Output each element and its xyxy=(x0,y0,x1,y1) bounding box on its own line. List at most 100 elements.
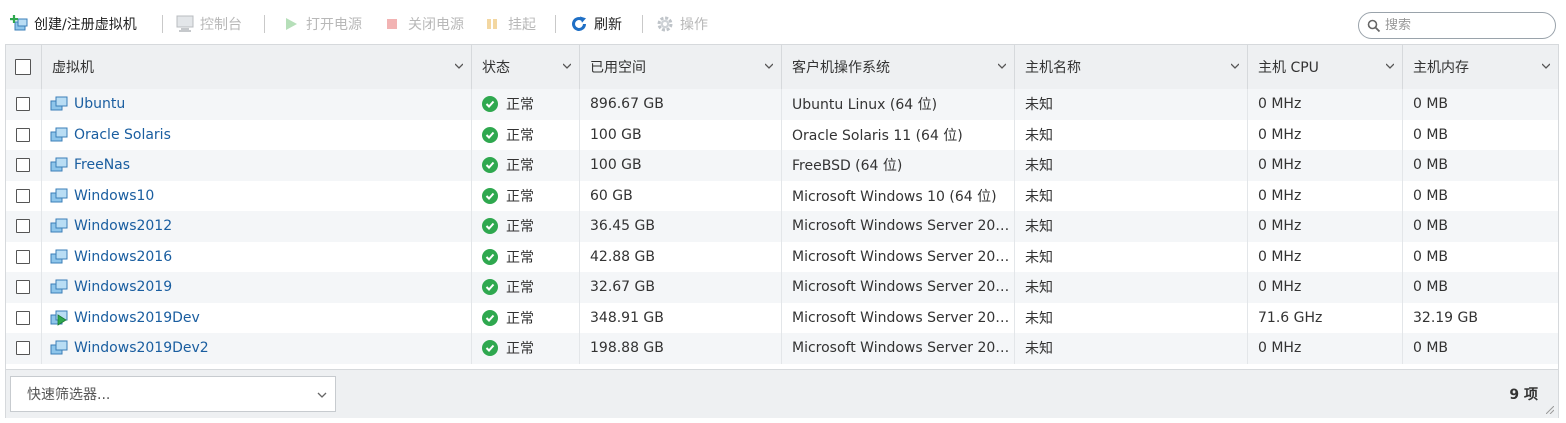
vm-name-link[interactable]: Windows10 xyxy=(74,188,154,204)
vm-name-cell: FreeNas xyxy=(42,150,472,181)
status-cell: 正常 xyxy=(472,333,580,364)
vm-icon xyxy=(50,218,68,233)
used-space-text: 100 GB xyxy=(590,157,642,174)
host-cpu-cell: 0 MHz xyxy=(1248,272,1403,303)
vm-icon xyxy=(50,188,68,203)
resize-grip-icon[interactable] xyxy=(1546,406,1554,414)
row-checkbox[interactable] xyxy=(16,280,30,295)
host-memory-text: 0 MB xyxy=(1413,126,1449,143)
host-name-cell: 未知 xyxy=(1015,211,1248,242)
actions-button[interactable]: 操作 xyxy=(656,13,708,35)
row-checkbox[interactable] xyxy=(16,341,30,356)
column-header-label: 客户机操作系统 xyxy=(792,60,890,76)
used-space-cell: 198.88 GB xyxy=(580,333,782,364)
host-name-text: 未知 xyxy=(1025,341,1053,358)
used-space-text: 100 GB xyxy=(590,126,642,143)
row-checkbox[interactable] xyxy=(16,219,30,234)
table-row[interactable]: Ubuntu 正常 896.67 GB Ubuntu Linux (64 位) 未知 0 … xyxy=(6,89,1558,120)
column-header-host-cpu[interactable]: 主机 CPU xyxy=(1248,45,1403,89)
host-cpu-text: 0 MHz xyxy=(1258,157,1302,174)
host-cpu-text: 71.6 GHz xyxy=(1258,309,1323,326)
chevron-down-icon xyxy=(1542,63,1550,69)
status-ok-icon xyxy=(482,96,498,113)
column-header-status[interactable]: 状态 xyxy=(472,45,580,89)
used-space-cell: 100 GB xyxy=(580,119,782,150)
row-checkbox[interactable] xyxy=(16,249,30,264)
vm-name-link[interactable]: Windows2019Dev2 xyxy=(74,340,209,356)
vm-name-link[interactable]: Oracle Solaris xyxy=(74,127,171,143)
status-text: 正常 xyxy=(506,219,534,236)
table-row[interactable]: Windows2019Dev 正常 348.91 GB Microsoft Windo… xyxy=(6,302,1558,333)
status-ok-icon xyxy=(482,309,498,326)
vm-name-link[interactable]: Ubuntu xyxy=(74,96,125,112)
table-row[interactable]: Windows10 正常 60 GB Microsoft Windows 10 (64… xyxy=(6,180,1558,211)
vm-name-link[interactable]: Windows2012 xyxy=(74,218,172,234)
search-input[interactable] xyxy=(1385,18,1545,33)
select-all-checkbox[interactable] xyxy=(15,59,31,75)
refresh-button[interactable]: 刷新 xyxy=(570,13,622,35)
host-memory-cell: 0 MB xyxy=(1403,211,1558,242)
host-name-cell: 未知 xyxy=(1015,333,1248,364)
used-space-text: 36.45 GB xyxy=(590,218,655,235)
column-header-host-name[interactable]: 主机名称 xyxy=(1015,45,1248,89)
column-header-guest-os[interactable]: 客户机操作系统 xyxy=(782,45,1015,89)
column-header-label: 已用空间 xyxy=(590,60,646,76)
status-text: 正常 xyxy=(506,97,534,114)
row-checkbox[interactable] xyxy=(16,97,30,112)
vm-name-link[interactable]: Windows2019 xyxy=(74,279,172,295)
host-name-text: 未知 xyxy=(1025,97,1053,114)
host-memory-cell: 0 MB xyxy=(1403,120,1558,151)
table-row[interactable]: Windows2019 正常 32.67 GB Microsoft Windows S… xyxy=(6,272,1558,303)
vm-grid: 虚拟机 状态 已用空间 客户机操作系统 主机名称 主机 CPU 主机内存 Ubu… xyxy=(5,44,1559,418)
vm-name-link[interactable]: Windows2019Dev xyxy=(74,310,200,326)
create-register-vm-button[interactable]: 创建/注册虚拟机 xyxy=(10,13,137,35)
power-on-button[interactable]: 打开电源 xyxy=(282,13,362,35)
used-space-text: 60 GB xyxy=(590,187,633,204)
guest-os-text: Oracle Solaris 11 (64 位) xyxy=(792,127,963,144)
search-box[interactable] xyxy=(1358,12,1556,39)
status-cell: 正常 xyxy=(472,241,580,272)
table-row[interactable]: Oracle Solaris 正常 100 GB Oracle Solaris 11 … xyxy=(6,119,1558,151)
vm-running-icon xyxy=(50,310,68,326)
host-memory-text: 0 MB xyxy=(1413,340,1449,357)
host-cpu-text: 0 MHz xyxy=(1258,187,1302,204)
console-button[interactable]: 控制台 xyxy=(176,13,242,35)
vm-name-link[interactable]: Windows2016 xyxy=(74,249,172,265)
column-header-label: 主机内存 xyxy=(1413,60,1469,76)
power-off-button[interactable]: 关闭电源 xyxy=(384,13,464,35)
row-checkbox[interactable] xyxy=(16,188,30,203)
column-header-host-memory[interactable]: 主机内存 xyxy=(1403,45,1558,89)
host-name-text: 未知 xyxy=(1025,249,1053,266)
column-header-used-space[interactable]: 已用空间 xyxy=(580,45,782,89)
guest-os-cell: Microsoft Windows Server 201… xyxy=(782,302,1015,333)
status-ok-icon xyxy=(482,187,498,204)
guest-os-cell: Microsoft Windows Server 201… xyxy=(782,241,1015,272)
vm-icon xyxy=(50,96,68,111)
row-checkbox[interactable] xyxy=(16,158,30,173)
guest-os-text: Microsoft Windows Server 201… xyxy=(792,340,1014,357)
status-ok-icon xyxy=(482,126,498,143)
host-name-text: 未知 xyxy=(1025,127,1053,144)
toolbar: 创建/注册虚拟机 控制台 打开电源 关闭电源 挂起 刷新 操作 搜索 xyxy=(0,0,1566,46)
row-checkbox[interactable] xyxy=(16,127,30,142)
table-row[interactable]: Windows2016 正常 42.88 GB Microsoft Windows S… xyxy=(6,241,1558,272)
grid-footer: 快速筛选器... 9 项 xyxy=(6,369,1558,418)
table-row[interactable]: Windows2012 正常 36.45 GB Microsoft Windows S… xyxy=(6,211,1558,242)
refresh-icon xyxy=(570,15,588,33)
checkbox-cell xyxy=(6,89,42,120)
quick-filter-select[interactable]: 快速筛选器... xyxy=(10,376,336,412)
vm-name-cell: Ubuntu xyxy=(42,89,472,120)
table-row[interactable]: FreeNas 正常 100 GB FreeBSD (64 位) 未知 0 MHz 0 MB xyxy=(6,150,1558,181)
play-icon xyxy=(282,15,300,33)
vm-name-link[interactable]: FreeNas xyxy=(74,157,130,173)
column-header-vm[interactable]: 虚拟机 xyxy=(42,45,472,89)
status-ok-icon xyxy=(482,218,498,235)
row-checkbox[interactable] xyxy=(16,310,30,325)
quick-filter-label: 快速筛选器... xyxy=(27,387,111,403)
checkbox-cell xyxy=(6,211,42,242)
suspend-button[interactable]: 挂起 xyxy=(484,13,536,35)
status-cell: 正常 xyxy=(472,272,580,303)
status-cell: 正常 xyxy=(472,180,580,211)
host-name-text: 未知 xyxy=(1025,310,1053,327)
table-row[interactable]: Windows2019Dev2 正常 198.88 GB Microsoft Wind… xyxy=(6,333,1558,364)
